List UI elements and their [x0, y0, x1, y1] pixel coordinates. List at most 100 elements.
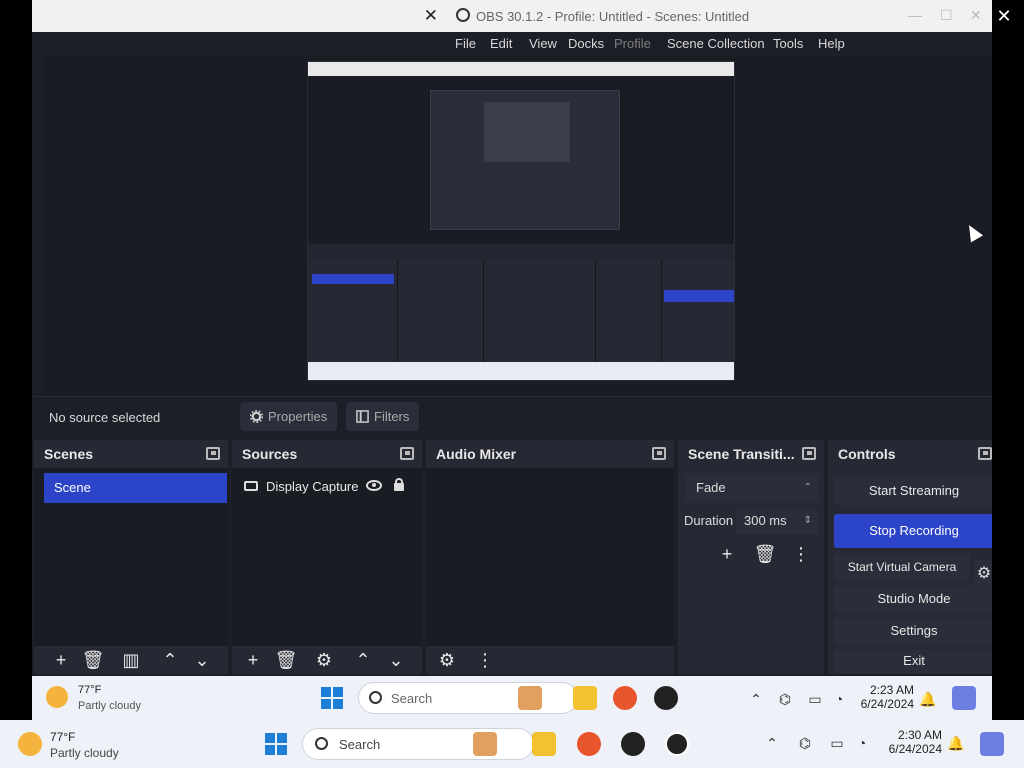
- close-icon[interactable]: ✕: [424, 6, 438, 26]
- firefox-icon[interactable]: [613, 686, 637, 710]
- volume-icon[interactable]: ◔: [853, 734, 871, 752]
- preview-nested-status: [308, 244, 734, 260]
- more-options-icon[interactable]: ⋮: [788, 542, 814, 566]
- window-close-icon[interactable]: ✕: [970, 7, 982, 24]
- move-down-icon[interactable]: ⌄: [383, 648, 409, 672]
- undock-icon[interactable]: [802, 447, 816, 460]
- move-down-icon[interactable]: ⌄: [189, 648, 215, 672]
- add-icon[interactable]: +: [714, 542, 740, 566]
- spinner-icon: ⌃: [803, 482, 812, 493]
- undock-icon[interactable]: [978, 447, 992, 460]
- temperature: 77°F: [50, 730, 76, 744]
- preview-nested-taskbar: [308, 362, 734, 380]
- stop-recording-button[interactable]: Stop Recording: [834, 514, 992, 548]
- network-icon[interactable]: ⌬: [776, 690, 794, 708]
- bell-icon[interactable]: 🔔: [947, 734, 965, 752]
- settings-button[interactable]: Settings: [834, 617, 992, 645]
- menu-profile[interactable]: Profile: [614, 36, 651, 51]
- add-icon[interactable]: +: [240, 648, 266, 672]
- obs-icon[interactable]: [621, 732, 645, 756]
- duration-field[interactable]: 300 ms ⇕: [736, 508, 818, 534]
- add-icon[interactable]: +: [48, 648, 74, 672]
- windows-start-icon[interactable]: [265, 733, 287, 755]
- menu-docks[interactable]: Docks: [568, 36, 604, 51]
- volume-icon[interactable]: ◔: [830, 690, 848, 708]
- media-player-icon[interactable]: [665, 732, 689, 756]
- preview-area[interactable]: [44, 56, 992, 396]
- start-streaming-button[interactable]: Start Streaming: [834, 477, 992, 505]
- clock[interactable]: 2:30 AM 6/24/2024: [876, 728, 942, 756]
- windows-start-icon[interactable]: [321, 687, 343, 709]
- more-options-icon[interactable]: ⋮: [472, 648, 498, 672]
- move-up-icon[interactable]: ⌃: [157, 648, 183, 672]
- transitions-title: Scene Transiti...: [688, 446, 795, 462]
- temperature: 77°F: [78, 684, 102, 696]
- duration-value: 300 ms: [744, 513, 787, 528]
- menu-edit[interactable]: Edit: [490, 36, 512, 51]
- copilot-icon[interactable]: [952, 686, 976, 710]
- minimize-icon[interactable]: —: [908, 7, 922, 23]
- controls-dock: Controls Start Streaming Stop Recording …: [828, 440, 992, 674]
- file-explorer-icon[interactable]: [532, 732, 556, 756]
- filters-button[interactable]: Filters: [346, 402, 420, 431]
- transitions-dock: Scene Transiti... Fade ⌃ Duration 300 ms…: [678, 440, 824, 674]
- search-icon: [369, 691, 382, 704]
- filters-icon[interactable]: ▥: [118, 648, 144, 672]
- start-virtual-camera-button[interactable]: Start Virtual Camera: [834, 553, 970, 581]
- weather-label: Partly cloudy: [78, 700, 141, 712]
- controls-title: Controls: [838, 446, 896, 462]
- trash-icon[interactable]: 🗑: [752, 542, 778, 566]
- advanced-audio-gear-icon[interactable]: ⚙: [434, 648, 460, 672]
- source-toolbar: No source selected Properties Filters: [32, 396, 992, 436]
- undock-icon[interactable]: [652, 447, 666, 460]
- audio-mixer-list: [426, 468, 674, 646]
- file-explorer-icon[interactable]: [573, 686, 597, 710]
- menu-bar: File Edit View Docks Profile Scene Colle…: [442, 32, 992, 56]
- sources-footer: + 🗑 ⚙ ⌃ ⌄: [232, 646, 422, 674]
- clock[interactable]: 2:23 AM 6/24/2024: [852, 683, 914, 711]
- network-icon[interactable]: ⌬: [796, 734, 814, 752]
- scene-item[interactable]: Scene: [44, 473, 227, 503]
- undock-icon[interactable]: [206, 447, 220, 460]
- spinner-icon[interactable]: ⇕: [804, 508, 812, 534]
- undock-icon[interactable]: [400, 447, 414, 460]
- maximize-icon[interactable]: ☐: [940, 7, 953, 24]
- source-item[interactable]: Display Capture: [242, 475, 422, 499]
- menu-view[interactable]: View: [529, 36, 557, 51]
- search-label: Search: [339, 737, 381, 752]
- gear-icon[interactable]: ⚙: [311, 648, 337, 672]
- chevron-up-icon[interactable]: ⌃: [763, 734, 781, 752]
- exit-button[interactable]: Exit: [834, 649, 992, 673]
- transition-select[interactable]: Fade ⌃: [686, 475, 818, 501]
- move-up-icon[interactable]: ⌃: [350, 648, 376, 672]
- chevron-up-icon[interactable]: ⌃: [747, 690, 765, 708]
- eye-icon[interactable]: [366, 480, 382, 491]
- firefox-icon[interactable]: [577, 732, 601, 756]
- taskbar-search[interactable]: Search: [302, 728, 534, 760]
- virtual-camera-gear-icon[interactable]: ⚙: [974, 560, 992, 588]
- audio-mixer-footer: ⚙ ⋮: [426, 646, 674, 674]
- properties-label: Properties: [268, 409, 328, 424]
- menu-file[interactable]: File: [455, 36, 476, 51]
- copilot-icon[interactable]: [980, 732, 1004, 756]
- studio-mode-button[interactable]: Studio Mode: [834, 585, 992, 613]
- background-window-titlebar: ✕: [32, 0, 442, 32]
- taskbar-search[interactable]: Search: [358, 682, 578, 714]
- bell-icon[interactable]: 🔔: [919, 690, 937, 708]
- trash-icon[interactable]: 🗑: [273, 648, 299, 672]
- obs-icon[interactable]: [654, 686, 678, 710]
- menu-tools[interactable]: Tools: [773, 36, 803, 51]
- display-icon[interactable]: ▭: [828, 734, 846, 752]
- properties-button[interactable]: Properties: [240, 402, 338, 431]
- display-icon[interactable]: ▭: [806, 690, 824, 708]
- source-label: Display Capture: [266, 479, 359, 494]
- sources-title: Sources: [242, 446, 298, 462]
- lock-icon[interactable]: [394, 478, 404, 491]
- scenes-title: Scenes: [44, 446, 94, 462]
- outer-close-icon[interactable]: ✕: [992, 4, 1016, 28]
- audio-mixer-dock: Audio Mixer ⚙ ⋮: [426, 440, 674, 674]
- search-highlight-icon: [518, 686, 542, 710]
- menu-scene-collection[interactable]: Scene Collection: [667, 36, 765, 51]
- trash-icon[interactable]: 🗑: [80, 648, 106, 672]
- menu-help[interactable]: Help: [818, 36, 845, 51]
